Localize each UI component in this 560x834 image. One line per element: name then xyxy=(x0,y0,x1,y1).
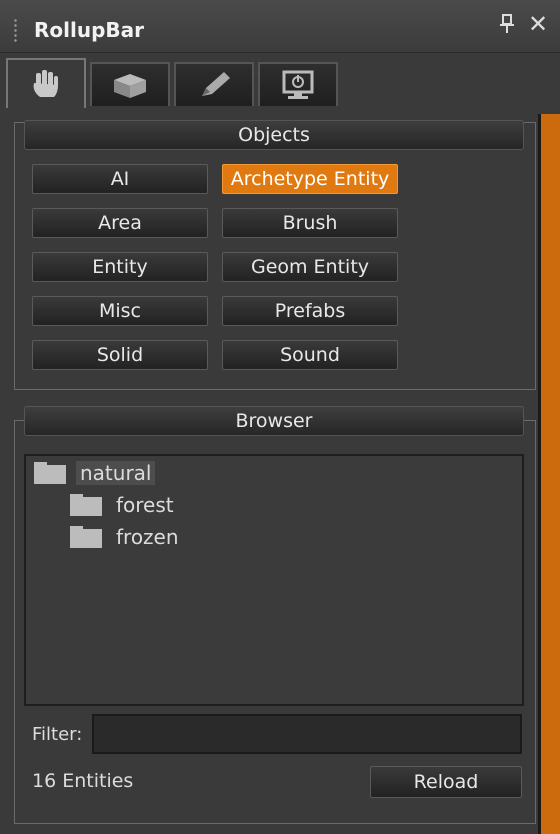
browser-header[interactable]: Browser xyxy=(24,406,524,436)
object-button-prefabs[interactable]: Prefabs xyxy=(222,296,398,326)
filter-label: Filter: xyxy=(32,724,83,745)
object-button-ai[interactable]: AI xyxy=(32,164,208,194)
tab-display[interactable] xyxy=(258,62,338,106)
tree-item-label: natural xyxy=(76,461,156,485)
object-button-solid[interactable]: Solid xyxy=(32,340,208,370)
object-button-misc[interactable]: Misc xyxy=(32,296,208,326)
object-button-entity[interactable]: Entity xyxy=(32,252,208,282)
object-button-archetype-entity[interactable]: Archetype Entity xyxy=(222,164,398,194)
tab-terrain[interactable] xyxy=(90,62,170,106)
tree-item-label: frozen xyxy=(116,525,179,549)
title-bar: RollupBar ✕ xyxy=(0,0,560,53)
tab-bar xyxy=(6,58,554,108)
tree-item-natural[interactable]: natural xyxy=(34,458,156,488)
object-button-brush[interactable]: Brush xyxy=(222,208,398,238)
filter-input[interactable] xyxy=(92,714,522,754)
hand-icon xyxy=(33,70,58,97)
objects-header[interactable]: Objects xyxy=(24,120,524,150)
reload-button[interactable]: Reload xyxy=(370,766,522,798)
pin-icon[interactable] xyxy=(500,14,514,39)
folder-icon xyxy=(70,526,102,548)
tab-modeling[interactable] xyxy=(174,62,254,106)
tree-item-forest[interactable]: forest xyxy=(70,490,178,520)
pencil-icon xyxy=(202,72,230,96)
window-title: RollupBar xyxy=(34,18,145,42)
monitor-power-icon xyxy=(282,70,314,99)
tree-item-label: forest xyxy=(116,493,174,517)
side-panel-strip xyxy=(538,114,560,834)
folder-icon xyxy=(34,462,66,484)
entity-count: 16 Entities xyxy=(32,770,134,792)
object-button-area[interactable]: Area xyxy=(32,208,208,238)
cube-icon xyxy=(114,74,146,98)
drag-grip-icon[interactable] xyxy=(14,18,17,44)
close-icon[interactable]: ✕ xyxy=(528,12,548,36)
tree-item-frozen[interactable]: frozen xyxy=(70,522,183,552)
tab-objects[interactable] xyxy=(6,58,86,108)
object-button-sound[interactable]: Sound xyxy=(222,340,398,370)
object-button-geom-entity[interactable]: Geom Entity xyxy=(222,252,398,282)
folder-icon xyxy=(70,494,102,516)
browser-tree[interactable]: natural forest frozen xyxy=(24,454,524,706)
